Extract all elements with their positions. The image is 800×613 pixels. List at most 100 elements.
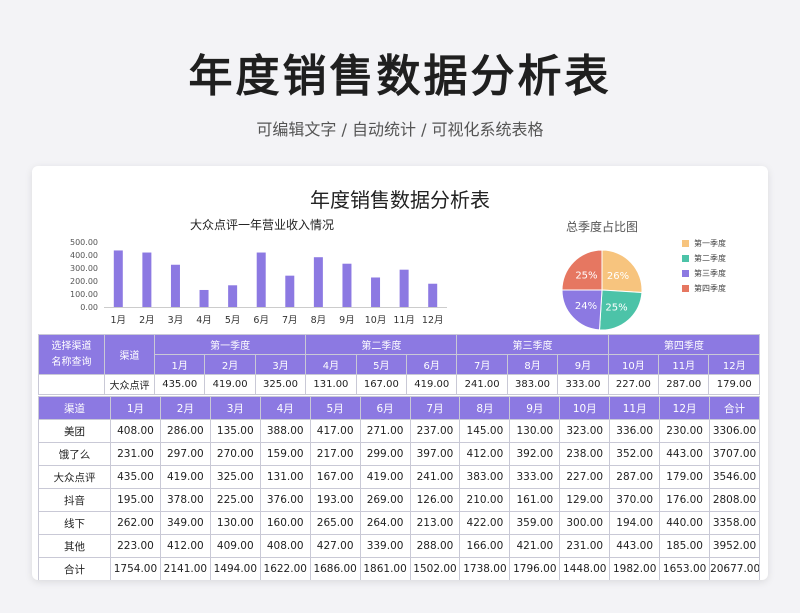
y-tick-label: 0.00	[80, 303, 98, 312]
query-month-header: 7月	[456, 354, 508, 375]
bar	[371, 277, 381, 307]
x-tick-label: 6月	[253, 315, 269, 326]
table-cell: 238.00	[559, 442, 611, 466]
table-cell: 349.00	[159, 511, 211, 535]
table-cell: 237.00	[409, 419, 461, 443]
table-cell: 1494.00	[209, 557, 261, 580]
table-cell: 408.00	[259, 534, 311, 558]
table-cell: 126.00	[409, 488, 461, 512]
table-cell: 264.00	[359, 511, 411, 535]
row-label-cell: 合计	[38, 557, 111, 580]
table-cell: 195.00	[110, 488, 161, 512]
table-cell: 287.00	[609, 465, 661, 489]
query-month-header: 4月	[305, 354, 357, 375]
channel-query-table: 选择渠道 名称查询 渠道 第一季度 第二季度 第三季度 第四季度 1月 2月 3月 4…	[38, 334, 761, 395]
query-month-header: 6月	[406, 354, 458, 375]
bar	[428, 283, 438, 307]
table-cell: 130.00	[509, 419, 561, 443]
table-cell: 217.00	[309, 442, 361, 466]
table-cell: 325.00	[209, 465, 261, 489]
table-cell: 440.00	[659, 511, 711, 535]
table-cell: 179.00	[659, 465, 711, 489]
table-row: 饿了么 231.00 297.00 270.00 159.00 217.00 299.00 3…	[38, 442, 760, 466]
table-cell: 265.00	[309, 511, 361, 535]
row-label-cell: 大众点评	[38, 465, 111, 489]
legend-swatch	[682, 255, 689, 262]
legend-swatch	[682, 285, 689, 292]
table-cell: 1653.00	[659, 557, 711, 580]
query-value-cell: 325.00	[254, 374, 307, 395]
channel-header: 渠道	[104, 334, 155, 375]
table-row: 其他 223.00 412.00 409.00 408.00 427.00 339.00 28…	[38, 534, 760, 558]
table-cell: 161.00	[509, 488, 561, 512]
table-column-header: 11月	[609, 396, 661, 420]
table-cell: 230.00	[659, 419, 711, 443]
pie-slice-label: 25%	[575, 270, 597, 281]
table-cell: 336.00	[609, 419, 661, 443]
table-row: 美团 408.00 286.00 135.00 388.00 417.00 271.00 23…	[38, 419, 760, 443]
x-tick-label: 10月	[365, 315, 387, 326]
table-cell: 271.00	[359, 419, 411, 443]
legend-label: 第三季度	[694, 269, 726, 278]
table-cell: 300.00	[559, 511, 611, 535]
query-month-header: 5月	[355, 354, 408, 375]
table-cell: 159.00	[259, 442, 311, 466]
table-cell: 1754.00	[110, 557, 161, 580]
table-cell: 3952.00	[709, 534, 760, 558]
table-column-header: 5月	[309, 396, 361, 420]
table-cell: 443.00	[659, 442, 711, 466]
table-cell: 392.00	[509, 442, 561, 466]
y-tick-label: 100.00	[70, 290, 98, 299]
page-subtitle: 可编辑文字 / 自动统计 / 可视化系统表格	[256, 120, 544, 139]
bar	[170, 264, 180, 307]
query-value-cell: 287.00	[658, 374, 710, 395]
table-cell: 297.00	[159, 442, 211, 466]
bar-chart: 0.00 100.00 200.00 300.00 400.00 500.00 1月 2月 3月…	[70, 238, 447, 326]
channel-select-dropdown[interactable]: 大众点评	[104, 374, 155, 395]
query-value-cell: 383.00	[506, 374, 559, 395]
table-cell: 135.00	[209, 419, 261, 443]
table-cell: 176.00	[659, 488, 711, 512]
quarter-header-q3: 第三季度	[456, 334, 609, 355]
table-cell: 421.00	[509, 534, 561, 558]
table-cell: 417.00	[309, 419, 361, 443]
table-cell: 210.00	[459, 488, 511, 512]
table-cell: 1796.00	[509, 557, 561, 580]
table-column-header: 1月	[110, 396, 161, 420]
x-tick-label: 12月	[422, 315, 444, 326]
x-tick-label: 5月	[225, 315, 241, 326]
table-column-header: 3月	[209, 396, 261, 420]
table-row: 抖音 195.00 378.00 225.00 376.00 193.00 269.00 12…	[38, 488, 760, 512]
table-cell: 383.00	[459, 465, 511, 489]
page-title: 年度销售数据分析表	[188, 51, 612, 102]
table-cell: 225.00	[209, 488, 261, 512]
legend-item: 第四季度	[682, 281, 726, 296]
quarter-header-q1: 第一季度	[153, 334, 307, 355]
x-tick-label: 9月	[339, 315, 355, 326]
quarter-header-q4: 第四季度	[607, 334, 761, 355]
table-cell: 1861.00	[359, 557, 411, 580]
table-cell: 20677.00	[709, 557, 760, 580]
table-cell: 262.00	[110, 511, 161, 535]
bar	[199, 289, 209, 307]
pie-chart-title: 总季度占比图	[565, 220, 638, 234]
row-label-cell: 饿了么	[38, 442, 111, 466]
query-value-cell: 435.00	[153, 374, 206, 395]
table-cell: 241.00	[409, 465, 461, 489]
x-tick-label: 3月	[168, 315, 184, 326]
pie-legend: 第一季度 第二季度 第三季度 第四季度	[682, 236, 726, 296]
table-cell: 397.00	[409, 442, 461, 466]
table-cell: 167.00	[309, 465, 361, 489]
bar	[285, 275, 295, 307]
table-cell: 408.00	[110, 419, 161, 443]
query-value-cell: 333.00	[557, 374, 609, 395]
x-tick-label: 1月	[111, 315, 127, 326]
query-value-cell: 167.00	[355, 374, 408, 395]
table-cell: 422.00	[459, 511, 511, 535]
query-value-cell: 419.00	[204, 374, 256, 395]
sales-data-table: 渠道 1月 2月 3月 4月 5月 6月 7月 8月 9月 10月 11月 12月 合计 美团 408.00…	[38, 396, 760, 580]
query-month-header: 3月	[254, 354, 307, 375]
table-cell: 213.00	[409, 511, 461, 535]
table-column-header: 8月	[459, 396, 511, 420]
select-label-line1: 选择渠道	[51, 340, 92, 352]
